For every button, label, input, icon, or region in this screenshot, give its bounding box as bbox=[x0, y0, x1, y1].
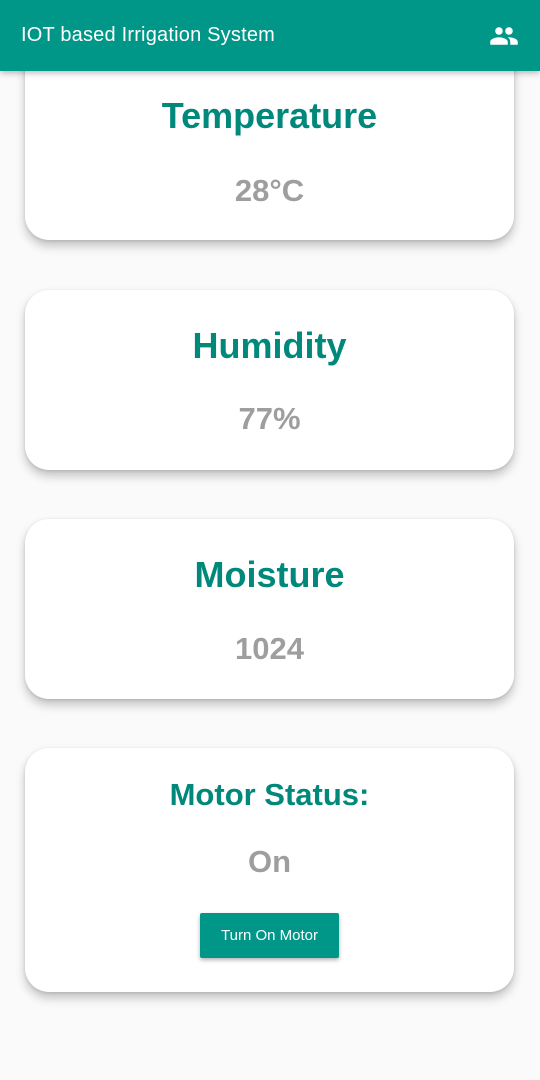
moisture-label: Moisture bbox=[194, 554, 345, 595]
humidity-value: 77% bbox=[238, 401, 301, 436]
people-icon-graphic bbox=[490, 26, 518, 45]
moisture-card: Moisture 1024 bbox=[25, 519, 514, 699]
motor-status-value: On bbox=[247, 844, 292, 879]
motor-status-label: Motor Status: bbox=[169, 777, 370, 812]
app-title: IOT based Irrigation System bbox=[21, 24, 276, 46]
temperature-value: 28°C bbox=[234, 173, 305, 208]
moisture-value: 1024 bbox=[235, 631, 304, 666]
main-content: Temperature 28°C Humidity 77% Moisture 1… bbox=[0, 0, 540, 1080]
turn-on-motor-button[interactable]: Turn On Motor bbox=[200, 913, 339, 958]
app-bar: IOT based Irrigation System bbox=[0, 0, 540, 71]
temperature-label: Temperature bbox=[161, 95, 378, 136]
humidity-card: Humidity 77% bbox=[25, 290, 514, 470]
motor-status-card: Motor Status: On Turn On Motor bbox=[25, 748, 514, 992]
people-icon[interactable] bbox=[488, 20, 520, 52]
humidity-label: Humidity bbox=[192, 325, 347, 366]
